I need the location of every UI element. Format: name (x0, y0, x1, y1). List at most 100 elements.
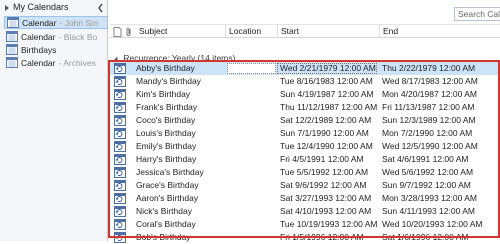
attachment-column-icon[interactable] (125, 27, 133, 37)
appointment-subject: Kim's Birthday (136, 89, 191, 99)
recurring-appointment-icon (114, 219, 126, 230)
recurring-appointment-icon (114, 154, 126, 165)
appointment-row[interactable]: Louis's Birthday Sun 7/1/1990 12:00 AM M… (110, 127, 498, 140)
appointment-end: Mon 3/28/1993 12:00 AM (382, 193, 477, 203)
appointment-row[interactable]: Nick's Birthday Sat 4/10/1993 12:00 AM S… (110, 205, 498, 218)
appointment-start: Sun 4/19/1987 12:00 AM (280, 89, 374, 99)
search-calendar-input[interactable]: Search Cale (454, 7, 500, 21)
calendar-item-label: Calendar (21, 57, 56, 68)
location-edit-cell[interactable] (227, 63, 276, 74)
appointment-start: Fri 1/5/1996 12:00 AM (280, 232, 364, 242)
appointment-subject: Abby's Birthday (136, 63, 195, 73)
my-calendars-title: My Calendars (13, 2, 69, 12)
appointment-row[interactable]: Grace's Birthday Sat 9/6/1992 12:00 AM S… (110, 179, 498, 192)
appointment-subject: Harry's Birthday (136, 154, 197, 164)
appointment-end: Wed 8/17/1983 12:00 AM (382, 76, 478, 86)
recurring-appointment-icon (114, 167, 126, 178)
recurring-appointment-icon (114, 206, 126, 217)
appointment-subject: Nick's Birthday (136, 206, 192, 216)
appointment-row[interactable]: Bob's Birthday Fri 1/5/1996 12:00 AM Sat… (110, 231, 498, 244)
appointment-end: Mon 4/20/1987 12:00 AM (382, 89, 477, 99)
appointment-row[interactable]: Harry's Birthday Fri 4/5/1991 12:00 AM S… (110, 153, 498, 166)
calendar-icon (6, 57, 18, 68)
recurring-appointment-icon (114, 141, 126, 152)
appointment-subject: Emily's Birthday (136, 141, 197, 151)
calendar-icon (7, 17, 19, 28)
calendar-item-label: Calendar (22, 17, 57, 28)
appointment-end: Wed 10/20/1993 12:00 AM (382, 219, 483, 229)
recurring-appointment-icon (114, 193, 126, 204)
appointment-row[interactable]: Coral's Birthday Tue 10/19/1993 12:00 AM… (110, 218, 498, 231)
location-column-header[interactable]: Location (226, 25, 278, 38)
appointment-end: Wed 12/5/1990 12:00 AM (382, 141, 478, 151)
calendar-item-4[interactable]: Calendar - Archives (4, 56, 108, 69)
appointment-end: Mon 7/2/1990 12:00 AM (382, 128, 473, 138)
appointment-subject: Coral's Birthday (136, 219, 196, 229)
appointment-end: Sun 9/7/1992 12:00 AM (382, 180, 471, 190)
appointment-end: Sat 4/6/1991 12:00 AM (382, 154, 469, 164)
start-column-header[interactable]: Start (278, 25, 380, 38)
calendar-item-owner: - Archives (58, 57, 96, 68)
minimize-pane-chevron-icon[interactable] (97, 3, 104, 13)
column-header-row: Subject Location Start End (110, 24, 500, 38)
my-calendars-header[interactable]: My Calendars (0, 0, 108, 16)
calendar-item-label: Birthdays (21, 44, 57, 55)
recurring-appointment-icon (114, 63, 126, 74)
calendar-item-owner: - Black Bo (58, 31, 98, 42)
appointment-end: Thu 2/22/1979 12:00 AM (382, 63, 476, 73)
appointment-subject: Coco's Birthday (136, 115, 196, 125)
appointment-start: Sat 12/2/1989 12:00 AM (280, 115, 372, 125)
calendar-item-owner: - John Sm (59, 17, 99, 28)
navigation-pane: My Calendars Calendar - John Sm Calendar… (0, 0, 108, 241)
calendar-item-label: Calendar (21, 31, 56, 42)
calendar-item-3[interactable]: Birthdays (4, 43, 108, 56)
appointment-start: Fri 4/5/1991 12:00 AM (280, 154, 364, 164)
appointment-subject: Jessica's Birthday (136, 167, 204, 177)
appointment-end: Sun 4/11/1993 12:00 AM (382, 206, 475, 216)
recurring-appointment-icon (114, 180, 126, 191)
appointment-start: Thu 11/12/1987 12:00 AM (280, 102, 378, 112)
calendar-icon (6, 44, 18, 55)
recurring-appointment-icon (114, 128, 126, 139)
appointment-end: Fri 11/13/1987 12:00 AM (382, 102, 475, 112)
recurring-appointment-icon (114, 76, 126, 87)
appointment-row[interactable]: Abby's Birthday Wed 2/21/1979 12:00 AM T… (110, 62, 498, 75)
appointment-start: Tue 8/16/1983 12:00 AM (280, 76, 373, 86)
appointment-subject: Mandy's Birthday (136, 76, 201, 86)
appointment-row[interactable]: Emily's Birthday Tue 12/4/1990 12:00 AM … (110, 140, 498, 153)
appointment-end: Wed 5/6/1992 12:00 AM (382, 167, 474, 177)
recurring-appointment-icon (114, 102, 126, 113)
appointment-subject: Bob's Birthday (136, 232, 191, 242)
appointment-subject: Aaron's Birthday (136, 193, 199, 203)
recurring-appointment-icon (114, 89, 126, 100)
appointment-row[interactable]: Frank's Birthday Thu 11/12/1987 12:00 AM… (110, 101, 498, 114)
appointment-subject: Louis's Birthday (136, 128, 196, 138)
appointment-row[interactable]: Jessica's Birthday Tue 5/5/1992 12:00 AM… (110, 166, 498, 179)
appointment-end: Sun 12/3/1989 12:00 AM (382, 115, 476, 125)
appointment-row[interactable]: Coco's Birthday Sat 12/2/1989 12:00 AM S… (110, 114, 498, 127)
appointment-row[interactable]: Mandy's Birthday Tue 8/16/1983 12:00 AM … (110, 75, 498, 88)
subject-column-header[interactable]: Subject (136, 25, 226, 38)
end-column-header[interactable]: End (380, 25, 500, 38)
appointment-start: Tue 10/19/1993 12:00 AM (280, 219, 378, 229)
appointment-end: Sat 1/6/1996 12:00 AM (382, 232, 469, 242)
item-type-column-icon[interactable] (113, 27, 122, 37)
appointment-start: Wed 2/21/1979 12:00 AM (280, 63, 376, 73)
collapse-triangle-icon[interactable] (3, 3, 11, 13)
appointment-start: Sat 9/6/1992 12:00 AM (280, 180, 367, 190)
recurring-appointment-icon (114, 115, 126, 126)
calendar-item-1[interactable]: Calendar - John Sm (4, 16, 108, 29)
appointment-start: Tue 5/5/1992 12:00 AM (280, 167, 369, 177)
expand-group-icon[interactable] (112, 56, 118, 62)
appointment-list: Abby's Birthday Wed 2/21/1979 12:00 AM T… (110, 62, 498, 244)
appointment-subject: Grace's Birthday (136, 180, 199, 190)
appointment-start: Sat 3/27/1993 12:00 AM (280, 193, 372, 203)
appointment-row[interactable]: Aaron's Birthday Sat 3/27/1993 12:00 AM … (110, 192, 498, 205)
calendar-item-2[interactable]: Calendar - Black Bo (4, 30, 108, 43)
recurring-appointment-icon (114, 232, 126, 243)
appointment-row[interactable]: Kim's Birthday Sun 4/19/1987 12:00 AM Mo… (110, 88, 498, 101)
calendar-icon (6, 31, 18, 42)
appointment-start: Sat 4/10/1993 12:00 AM (280, 206, 372, 216)
appointment-start: Sun 7/1/1990 12:00 AM (280, 128, 369, 138)
appointment-start: Tue 12/4/1990 12:00 AM (280, 141, 373, 151)
